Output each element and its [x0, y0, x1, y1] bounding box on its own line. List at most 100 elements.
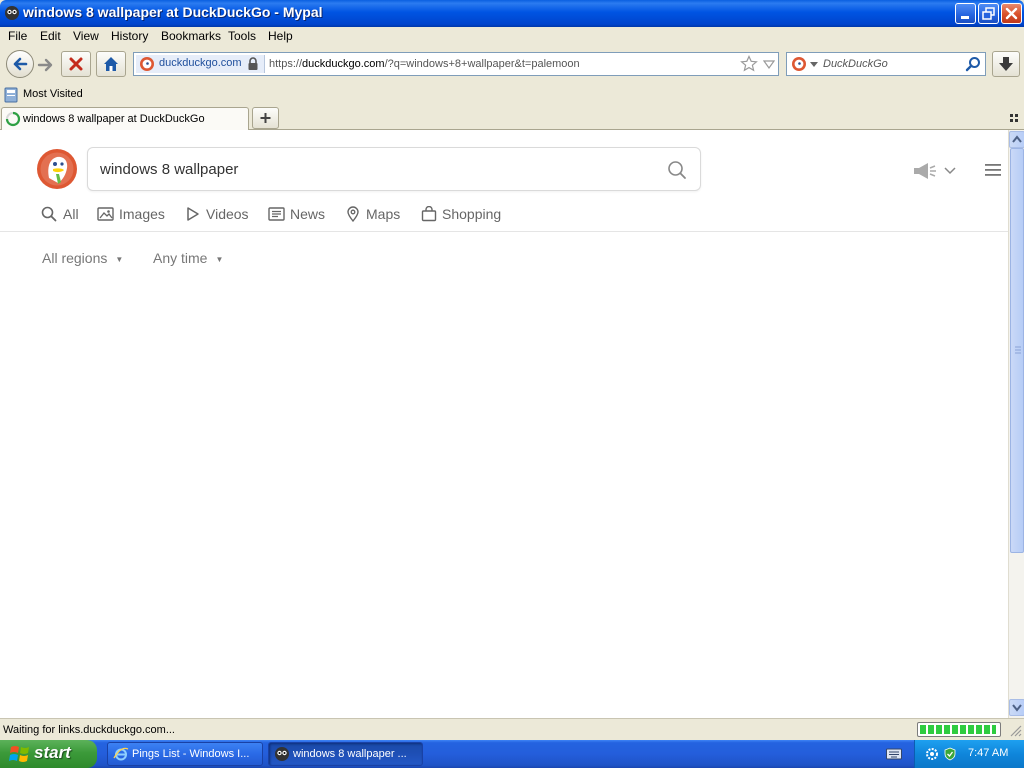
search-icon[interactable]: [965, 56, 981, 72]
plus-icon: [260, 113, 271, 123]
url-dropdown-icon[interactable]: [763, 60, 775, 70]
duckduckgo-logo[interactable]: [36, 148, 78, 190]
keyboard-icon[interactable]: [886, 748, 902, 760]
taskbar-button-pings-list[interactable]: Pings List - Windows I...: [107, 742, 263, 766]
url-text: https://duckduckgo.com/?q=windows+8+wall…: [269, 58, 580, 70]
internet-explorer-icon: [113, 747, 129, 761]
taskbar-button-label: windows 8 wallpaper ...: [293, 748, 407, 760]
region-filter-label: All regions: [42, 250, 108, 266]
tab-duckduckgo[interactable]: windows 8 wallpaper at DuckDuckGo: [1, 107, 249, 130]
menu-history[interactable]: History: [111, 29, 148, 43]
stop-icon: [69, 57, 83, 71]
page-load-progress: [917, 722, 1001, 737]
search-tab-shopping-label: Shopping: [442, 206, 502, 222]
hamburger-menu-icon[interactable]: [984, 163, 1002, 177]
home-icon: [104, 57, 118, 71]
restore-button[interactable]: [978, 3, 999, 24]
title-bar[interactable]: windows 8 wallpaper at DuckDuckGo - Mypa…: [0, 0, 1024, 27]
search-tab-shopping[interactable]: Shopping: [421, 204, 503, 226]
downloads-button[interactable]: [992, 51, 1020, 77]
windows-logo-icon: [9, 746, 29, 762]
mypal-app-icon: [5, 6, 19, 20]
menu-bookmarks[interactable]: Bookmarks: [161, 29, 221, 43]
menu-help[interactable]: Help: [268, 29, 293, 43]
site-identity-label: duckduckgo.com: [159, 57, 242, 69]
menu-file[interactable]: File: [8, 29, 27, 43]
search-engine-icon[interactable]: [791, 56, 807, 72]
time-filter-dropdown[interactable]: Any time ▼: [153, 250, 223, 266]
search-tab-all[interactable]: All: [41, 204, 81, 226]
search-tab-all-label: All: [63, 206, 79, 222]
taskbar-button-mypal[interactable]: windows 8 wallpaper ...: [268, 742, 423, 766]
url-bar[interactable]: duckduckgo.com https://duckduckgo.com/?q…: [133, 52, 779, 76]
minimize-icon: [961, 16, 969, 19]
menu-edit[interactable]: Edit: [40, 29, 61, 43]
search-tab-news-label: News: [290, 206, 326, 222]
header-divider: [0, 231, 1008, 232]
restore-icon: [982, 7, 995, 20]
back-arrow-icon: [13, 57, 28, 71]
engine-dropdown-icon[interactable]: [810, 62, 818, 68]
window-title: windows 8 wallpaper at DuckDuckGo - Mypa…: [23, 4, 323, 20]
taskbar-button-label: Pings List - Windows I...: [132, 748, 250, 760]
url-prefix: https://: [269, 58, 303, 70]
forward-button[interactable]: [35, 55, 57, 75]
scroll-down-arrow-icon: [1012, 704, 1022, 712]
menu-bar: File Edit View History Bookmarks Tools H…: [0, 27, 1024, 46]
back-button[interactable]: [6, 50, 34, 78]
search-query-text: windows 8 wallpaper: [100, 161, 239, 178]
menu-view[interactable]: View: [73, 29, 99, 43]
duckduckgo-favicon-icon: [140, 57, 154, 71]
play-icon: [187, 207, 199, 221]
caret-down-icon: ▼: [115, 254, 124, 264]
new-tab-button[interactable]: [252, 107, 279, 129]
shopping-bag-icon: [421, 206, 437, 222]
loading-spinner-icon: [5, 111, 21, 127]
search-tab-maps-label: Maps: [366, 206, 401, 222]
start-button[interactable]: start: [0, 740, 97, 768]
lock-icon: [248, 57, 258, 70]
home-button[interactable]: [96, 51, 126, 77]
tab-bar: windows 8 wallpaper at DuckDuckGo: [0, 106, 1024, 130]
search-icon[interactable]: [667, 160, 687, 180]
resize-grip-icon[interactable]: [1008, 723, 1022, 737]
search-tab-news[interactable]: News: [268, 204, 328, 226]
tab-list-grip-icon[interactable]: [1010, 114, 1020, 122]
scroll-up-button[interactable]: [1009, 131, 1024, 148]
scroll-down-button[interactable]: [1009, 699, 1024, 716]
chevron-down-icon[interactable]: [944, 167, 956, 175]
site-identity-box[interactable]: duckduckgo.com: [136, 55, 265, 73]
search-icon: [41, 206, 57, 222]
search-tab-maps[interactable]: Maps: [345, 204, 405, 226]
bookmarks-toolbar: Most Visited: [0, 84, 1024, 106]
bookmark-star-icon[interactable]: [740, 55, 758, 73]
minimize-button[interactable]: [955, 3, 976, 24]
security-shield-icon[interactable]: [943, 747, 957, 761]
start-label: start: [34, 743, 71, 762]
bookmark-most-visited[interactable]: Most Visited: [23, 88, 83, 100]
menu-tools[interactable]: Tools: [228, 29, 256, 43]
status-bar: Waiting for links.duckduckgo.com...: [0, 718, 1024, 740]
search-query-box[interactable]: windows 8 wallpaper: [87, 147, 701, 191]
tab-label: windows 8 wallpaper at DuckDuckGo: [23, 113, 205, 125]
feedback-megaphone-icon[interactable]: [912, 162, 938, 180]
page-content: windows 8 wallpaper All Images Videos Ne…: [0, 130, 1008, 718]
search-tab-videos-label: Videos: [206, 206, 249, 222]
time-filter-label: Any time: [153, 250, 208, 266]
search-tab-images[interactable]: Images: [97, 204, 167, 226]
system-clock: 7:47 AM: [968, 747, 1009, 759]
network-settings-icon[interactable]: [925, 747, 939, 761]
region-filter-dropdown[interactable]: All regions ▼: [42, 250, 123, 266]
download-arrow-icon: [999, 57, 1013, 71]
url-domain: duckduckgo.com: [302, 58, 385, 70]
scroll-thumb[interactable]: [1010, 148, 1024, 553]
close-window-button[interactable]: [1001, 3, 1022, 24]
system-tray: 7:47 AM: [914, 740, 1024, 768]
scroll-grip-icon: [1015, 346, 1021, 354]
search-tab-videos[interactable]: Videos: [185, 204, 251, 226]
status-message: Waiting for links.duckduckgo.com...: [3, 724, 175, 736]
search-bar[interactable]: DuckDuckGo: [786, 52, 986, 76]
vertical-scrollbar[interactable]: [1008, 130, 1024, 718]
stop-button[interactable]: [61, 51, 91, 77]
navigation-toolbar: duckduckgo.com https://duckduckgo.com/?q…: [0, 46, 1024, 84]
